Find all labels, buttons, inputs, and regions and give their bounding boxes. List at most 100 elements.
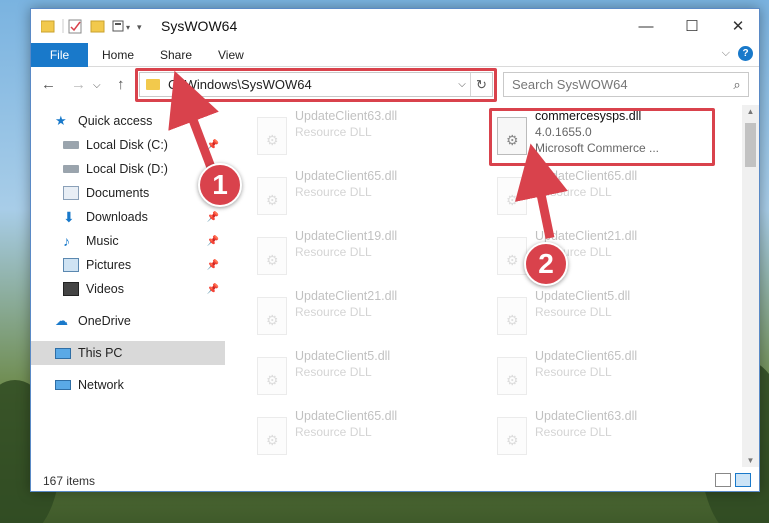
dll-file-icon — [497, 237, 527, 275]
videos-icon — [63, 282, 79, 296]
forward-button[interactable]: → — [71, 76, 86, 93]
file-type: Resource DLL — [295, 365, 372, 379]
tab-share[interactable]: Share — [160, 48, 192, 62]
quick-access-icons[interactable]: ▾ ▾ — [41, 18, 151, 34]
sidebar-item-label: Videos — [86, 282, 124, 296]
address-highlight-box — [135, 68, 497, 102]
star-icon: ★ — [55, 113, 67, 128]
documents-icon — [63, 186, 79, 200]
vertical-scrollbar[interactable]: ▲ ▼ — [742, 105, 759, 467]
file-type: Resource DLL — [535, 185, 612, 199]
file-type: Resource DLL — [295, 245, 372, 259]
file-item[interactable]: UpdateClient63.dll Resource DLL — [251, 109, 473, 165]
file-highlight-box — [489, 108, 715, 166]
pin-icon: 📌 — [206, 211, 219, 223]
sidebar-item-label: Network — [78, 378, 124, 392]
file-name: UpdateClient65.dll — [535, 169, 638, 183]
dll-file-icon — [497, 357, 527, 395]
close-button[interactable]: ✕ — [715, 9, 761, 43]
search-box[interactable]: Search SysWOW64 ⌕ — [503, 72, 749, 97]
dll-file-icon — [497, 177, 527, 215]
pin-icon: 📌 — [206, 283, 219, 295]
file-name: UpdateClient63.dll — [295, 109, 398, 123]
pictures-icon — [63, 258, 79, 272]
file-item[interactable]: UpdateClient65.dll Resource DLL — [491, 169, 713, 225]
sidebar-item-local-disk-c[interactable]: Local Disk (C:) 📌 — [31, 133, 225, 157]
dll-file-icon — [497, 417, 527, 455]
file-name: UpdateClient65.dll — [295, 409, 398, 423]
expand-ribbon-icon[interactable]: ⌵ — [722, 47, 730, 60]
sidebar-item-onedrive[interactable]: ☁ OneDrive — [31, 309, 225, 333]
dll-file-icon — [257, 237, 287, 275]
tab-home[interactable]: Home — [102, 48, 134, 62]
file-name: UpdateClient63.dll — [535, 409, 638, 423]
back-button[interactable]: ← — [41, 76, 56, 93]
file-name: UpdateClient65.dll — [535, 349, 638, 363]
sidebar-item-network[interactable]: Network — [31, 373, 225, 397]
sidebar-item-music[interactable]: ♪ Music 📌 — [31, 229, 225, 253]
file-item[interactable]: UpdateClient65.dll Resource DLL — [491, 349, 713, 405]
window-title: SysWOW64 — [161, 18, 238, 34]
file-type: Resource DLL — [535, 365, 612, 379]
dll-file-icon — [257, 297, 287, 335]
network-icon — [55, 380, 71, 390]
sidebar-item-label: Local Disk (D:) — [86, 162, 168, 176]
details-view-icon[interactable] — [715, 473, 731, 487]
step-marker-1: 1 — [198, 163, 242, 207]
sidebar-item-label: Local Disk (C:) — [86, 138, 168, 152]
search-icon[interactable]: ⌕ — [726, 77, 748, 93]
monitor-icon — [55, 347, 71, 359]
file-item[interactable]: UpdateClient63.dll Resource DLL — [491, 409, 713, 465]
sidebar-item-label: OneDrive — [78, 314, 131, 328]
tiles-view-icon[interactable] — [735, 473, 751, 487]
file-name: UpdateClient5.dll — [295, 349, 391, 363]
sidebar-item-downloads[interactable]: ⬇ Downloads 📌 — [31, 205, 225, 229]
drive-icon — [63, 141, 79, 149]
explorer-window: ▾ ▾ SysWOW64 — ☐ ✕ File Home Share View … — [30, 8, 760, 492]
sidebar-item-videos[interactable]: Videos 📌 — [31, 277, 225, 301]
navigation-pane: ★ Quick access Local Disk (C:) 📌 Local D… — [31, 105, 225, 465]
ribbon-tabs: File Home Share View ⌵ ? — [31, 43, 759, 67]
sidebar-item-local-disk-d[interactable]: Local Disk (D:) — [31, 157, 225, 181]
dll-file-icon — [257, 357, 287, 395]
sidebar-item-documents[interactable]: Documents 📌 — [31, 181, 225, 205]
status-bar: 167 items — [31, 469, 759, 492]
help-icon[interactable]: ? — [738, 46, 753, 61]
tab-view[interactable]: View — [218, 48, 244, 62]
file-name: UpdateClient19.dll — [295, 229, 398, 243]
dll-file-icon — [257, 117, 287, 155]
view-buttons — [715, 473, 751, 487]
file-item[interactable]: UpdateClient19.dll Resource DLL — [251, 229, 473, 285]
file-item[interactable]: UpdateClient65.dll Resource DLL — [251, 169, 473, 225]
scroll-thumb[interactable] — [745, 123, 756, 167]
scroll-down-icon[interactable]: ▼ — [742, 456, 759, 465]
dll-file-icon — [497, 297, 527, 335]
sidebar-item-label: Quick access — [78, 114, 153, 128]
up-button[interactable]: ↑ — [117, 76, 125, 93]
download-icon: ⬇ — [63, 209, 75, 225]
search-placeholder[interactable]: Search SysWOW64 — [512, 77, 726, 92]
file-item[interactable]: UpdateClient5.dll Resource DLL — [491, 289, 713, 345]
pin-icon: 📌 — [206, 259, 219, 271]
pin-icon: 📌 — [206, 235, 219, 247]
sidebar-item-label: Downloads — [86, 210, 148, 224]
sidebar-item-this-pc[interactable]: This PC — [31, 341, 225, 365]
file-name: UpdateClient21.dll — [535, 229, 638, 243]
minimize-button[interactable]: — — [623, 9, 669, 43]
file-item[interactable]: UpdateClient5.dll Resource DLL — [251, 349, 473, 405]
sidebar-item-quick-access[interactable]: ★ Quick access — [31, 109, 225, 133]
music-icon: ♪ — [63, 233, 70, 249]
recent-locations-icon[interactable]: ⌵ — [93, 80, 101, 91]
maximize-button[interactable]: ☐ — [669, 9, 715, 43]
sidebar-item-pictures[interactable]: Pictures 📌 — [31, 253, 225, 277]
cloud-icon: ☁ — [55, 313, 68, 328]
dll-file-icon — [257, 417, 287, 455]
tab-file[interactable]: File — [31, 43, 88, 67]
file-item[interactable]: UpdateClient65.dll Resource DLL — [251, 409, 473, 465]
file-type: Resource DLL — [295, 125, 372, 139]
svg-text:▾: ▾ — [137, 22, 142, 32]
pin-icon: 📌 — [206, 139, 219, 151]
scroll-up-icon[interactable]: ▲ — [742, 107, 759, 116]
file-name: UpdateClient5.dll — [535, 289, 631, 303]
file-item[interactable]: UpdateClient21.dll Resource DLL — [251, 289, 473, 345]
